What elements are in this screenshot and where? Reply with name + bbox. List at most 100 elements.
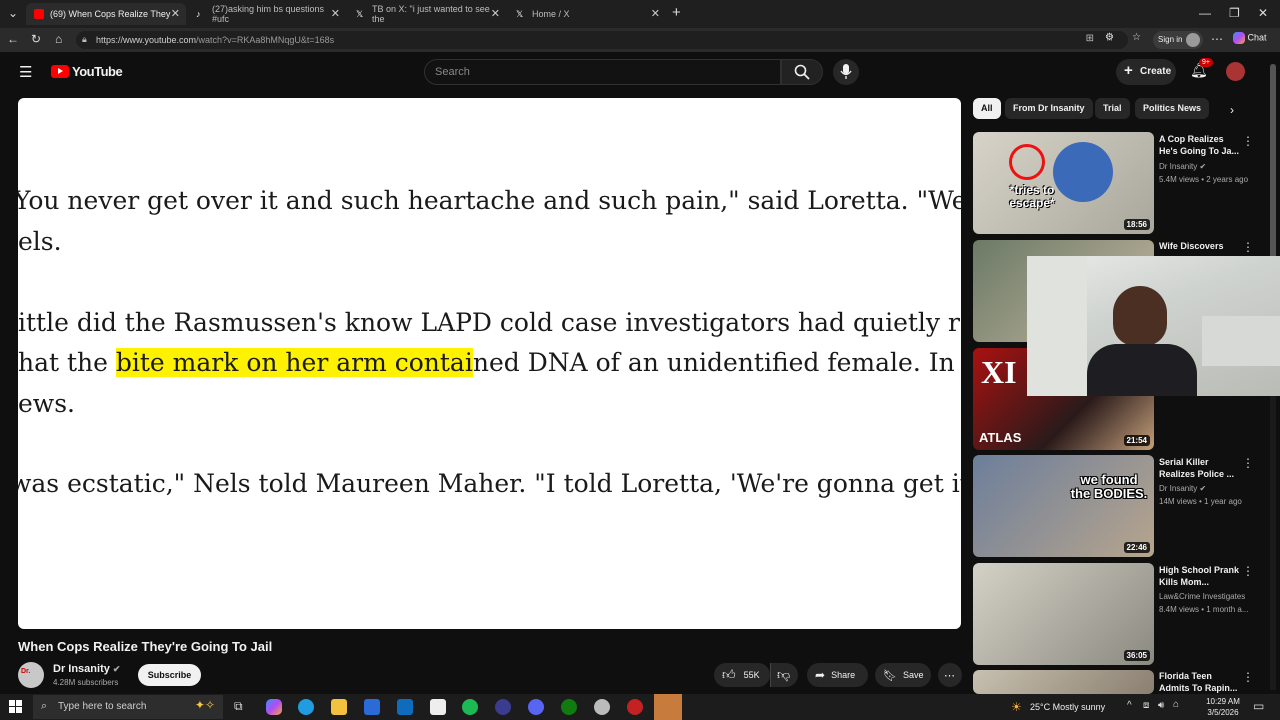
like-button[interactable]: 👍︎ 55K bbox=[714, 663, 770, 687]
minimize-icon[interactable]: — bbox=[1199, 6, 1211, 20]
copilot-chat-button[interactable]: Chat bbox=[1233, 32, 1267, 44]
related-video-title[interactable]: A Cop Realizes He's Going To Ja... bbox=[1159, 133, 1243, 157]
volume-icon[interactable]: 🔊︎ bbox=[1158, 700, 1164, 711]
related-video-thumbnail[interactable]: we found the BODIES. 22:46 bbox=[973, 455, 1154, 557]
related-video-channel[interactable]: Law&Crime Investigates bbox=[1159, 592, 1245, 601]
channel-avatar[interactable]: Dr. bbox=[18, 662, 44, 688]
thumbnail-text: *tries to escape* bbox=[1009, 183, 1055, 210]
obs-icon[interactable] bbox=[627, 699, 643, 715]
close-icon[interactable]: ✕ bbox=[651, 7, 660, 20]
dislike-button[interactable]: 👎︎ bbox=[770, 663, 798, 687]
tab-tiktok[interactable]: ♪ (27)asking him bs questions #ufc ✕ bbox=[188, 3, 346, 25]
tray-app-icon[interactable]: ⧈ bbox=[1143, 700, 1149, 711]
related-video-thumbnail[interactable]: *tries to escape* 18:56 bbox=[973, 132, 1154, 234]
tab-x-home[interactable]: 𝕏 Home / X ✕ bbox=[508, 3, 666, 25]
save-button[interactable]: 🔖︎ Save bbox=[875, 663, 931, 687]
active-app-icon[interactable] bbox=[654, 694, 682, 720]
related-video-title[interactable]: Wife Discovers bbox=[1159, 240, 1243, 252]
verified-icon: ✔ bbox=[112, 664, 121, 674]
windows-start-icon[interactable] bbox=[9, 700, 23, 714]
tiktok-favicon-icon: ♪ bbox=[196, 9, 201, 19]
mail-icon[interactable] bbox=[397, 699, 413, 715]
channel-text: Dr Insanity bbox=[1159, 162, 1198, 171]
more-horizontal-icon: ⋯ bbox=[944, 669, 955, 682]
subscribe-button[interactable]: Subscribe bbox=[138, 664, 201, 686]
account-avatar[interactable] bbox=[1226, 62, 1245, 81]
more-vertical-icon[interactable]: ⋮ bbox=[1242, 456, 1254, 470]
tab-youtube[interactable]: (69) When Cops Realize They ✕ bbox=[26, 3, 186, 25]
taskbar-clock[interactable]: 10:29 AM 3/5/2026 bbox=[1200, 696, 1246, 718]
scrollbar-thumb[interactable] bbox=[1270, 64, 1276, 264]
maximize-icon[interactable]: ❐ bbox=[1229, 6, 1240, 20]
webcam-person-body bbox=[1087, 344, 1197, 396]
more-actions-button[interactable]: ⋯ bbox=[938, 663, 962, 687]
video-player[interactable]: You never get over it and such heartache… bbox=[18, 98, 961, 629]
chip-from-dr-insanity[interactable]: From Dr Insanity bbox=[1005, 98, 1093, 119]
video-duration: 36:05 bbox=[1123, 650, 1150, 661]
more-vertical-icon[interactable]: ⋮ bbox=[1242, 564, 1254, 578]
menu-hamburger-icon[interactable]: ☰ bbox=[19, 63, 32, 81]
new-tab-icon[interactable]: + bbox=[672, 4, 681, 21]
store-icon[interactable] bbox=[364, 699, 380, 715]
copilot-icon[interactable] bbox=[266, 699, 282, 715]
back-icon[interactable]: ← bbox=[7, 32, 19, 46]
channel-name[interactable]: Dr Insanity ✔ bbox=[53, 663, 120, 675]
chip-all[interactable]: All bbox=[973, 98, 1001, 119]
notification-center-icon[interactable]: ▭ bbox=[1253, 699, 1264, 713]
voice-search-button[interactable] bbox=[833, 59, 859, 85]
webcam-overlay bbox=[1027, 256, 1280, 396]
spotify-icon[interactable] bbox=[462, 699, 478, 715]
related-video-title[interactable]: Serial Killer Realizes Police ... bbox=[1159, 456, 1243, 480]
tab-actions-icon[interactable]: ⌄ bbox=[8, 6, 18, 20]
close-icon[interactable]: ✕ bbox=[331, 7, 340, 20]
notepad-icon[interactable] bbox=[430, 699, 446, 715]
more-vertical-icon[interactable]: ⋮ bbox=[1242, 670, 1254, 684]
related-video-channel[interactable]: Dr Insanity ✔ bbox=[1159, 484, 1206, 493]
related-video-thumbnail[interactable]: 36:05 bbox=[973, 563, 1154, 665]
file-explorer-icon[interactable] bbox=[331, 699, 347, 715]
youtube-logo[interactable]: YouTube bbox=[51, 64, 123, 79]
address-bar[interactable]: 🔒︎ https://www.youtube.com/watch?v=RKAa8… bbox=[76, 31, 1128, 49]
share-button[interactable]: ➦ Share bbox=[807, 663, 868, 687]
search-input[interactable]: Search bbox=[424, 59, 781, 85]
search-button[interactable] bbox=[781, 59, 823, 85]
chip-politics-news[interactable]: Politics News bbox=[1135, 98, 1210, 119]
notification-badge: 9+ bbox=[1199, 58, 1213, 67]
window-close-icon[interactable]: ✕ bbox=[1258, 6, 1268, 20]
refresh-icon[interactable]: ↻ bbox=[31, 32, 41, 46]
notifications-button[interactable]: 🔔︎ 9+ bbox=[1190, 58, 1213, 80]
close-icon[interactable]: ✕ bbox=[491, 7, 500, 20]
chip-trial[interactable]: Trial bbox=[1095, 98, 1130, 119]
chevron-right-icon[interactable]: › bbox=[1230, 103, 1234, 117]
related-video-title[interactable]: Florida Teen Admits To Rapin... bbox=[1159, 670, 1243, 694]
task-view-icon[interactable]: ⧉ bbox=[234, 699, 243, 714]
network-icon[interactable]: ⌂ bbox=[1173, 699, 1179, 710]
related-video-channel[interactable]: Dr Insanity ✔ bbox=[1159, 162, 1206, 171]
close-icon[interactable]: ✕ bbox=[171, 7, 180, 20]
related-video-thumbnail[interactable] bbox=[973, 670, 1154, 694]
more-vertical-icon[interactable]: ⋮ bbox=[1242, 134, 1254, 148]
time-text: 10:29 AM bbox=[1206, 697, 1240, 706]
thumbnail-text: ATLAS bbox=[979, 430, 1022, 445]
more-vertical-icon[interactable]: ⋮ bbox=[1242, 240, 1254, 254]
edge-icon[interactable] bbox=[298, 699, 314, 715]
discord-icon[interactable] bbox=[528, 699, 544, 715]
tab-label: (27)asking him bs questions #ufc bbox=[212, 4, 325, 24]
tab-x-post[interactable]: 𝕏 TB on X: "i just wanted to see the ✕ bbox=[348, 3, 506, 25]
home-icon[interactable]: ⌂ bbox=[55, 32, 62, 46]
app-icon[interactable] bbox=[594, 699, 610, 715]
favorites-icon[interactable]: ☆ bbox=[1132, 32, 1141, 43]
bookmark-icon: 🔖︎ bbox=[883, 669, 897, 682]
xbox-icon[interactable] bbox=[561, 699, 577, 715]
tray-chevron-icon[interactable]: ^ bbox=[1127, 700, 1132, 711]
related-video-title[interactable]: High School Prank Kills Mom... bbox=[1159, 564, 1243, 588]
more-menu-icon[interactable]: ⋯ bbox=[1211, 32, 1223, 46]
extensions-icon[interactable]: ⚙ bbox=[1105, 32, 1114, 43]
signin-button[interactable]: Sign in bbox=[1153, 31, 1203, 49]
app-available-icon[interactable]: ⊞ bbox=[1086, 33, 1094, 44]
like-count: 55K bbox=[743, 670, 760, 680]
create-button[interactable]: + Create bbox=[1116, 59, 1176, 85]
app-icon[interactable] bbox=[495, 699, 511, 715]
taskbar-search-input[interactable]: ⌕ Type here to search ✦✧ bbox=[33, 695, 223, 719]
weather-text[interactable]: 25°C Mostly sunny bbox=[1030, 702, 1105, 712]
